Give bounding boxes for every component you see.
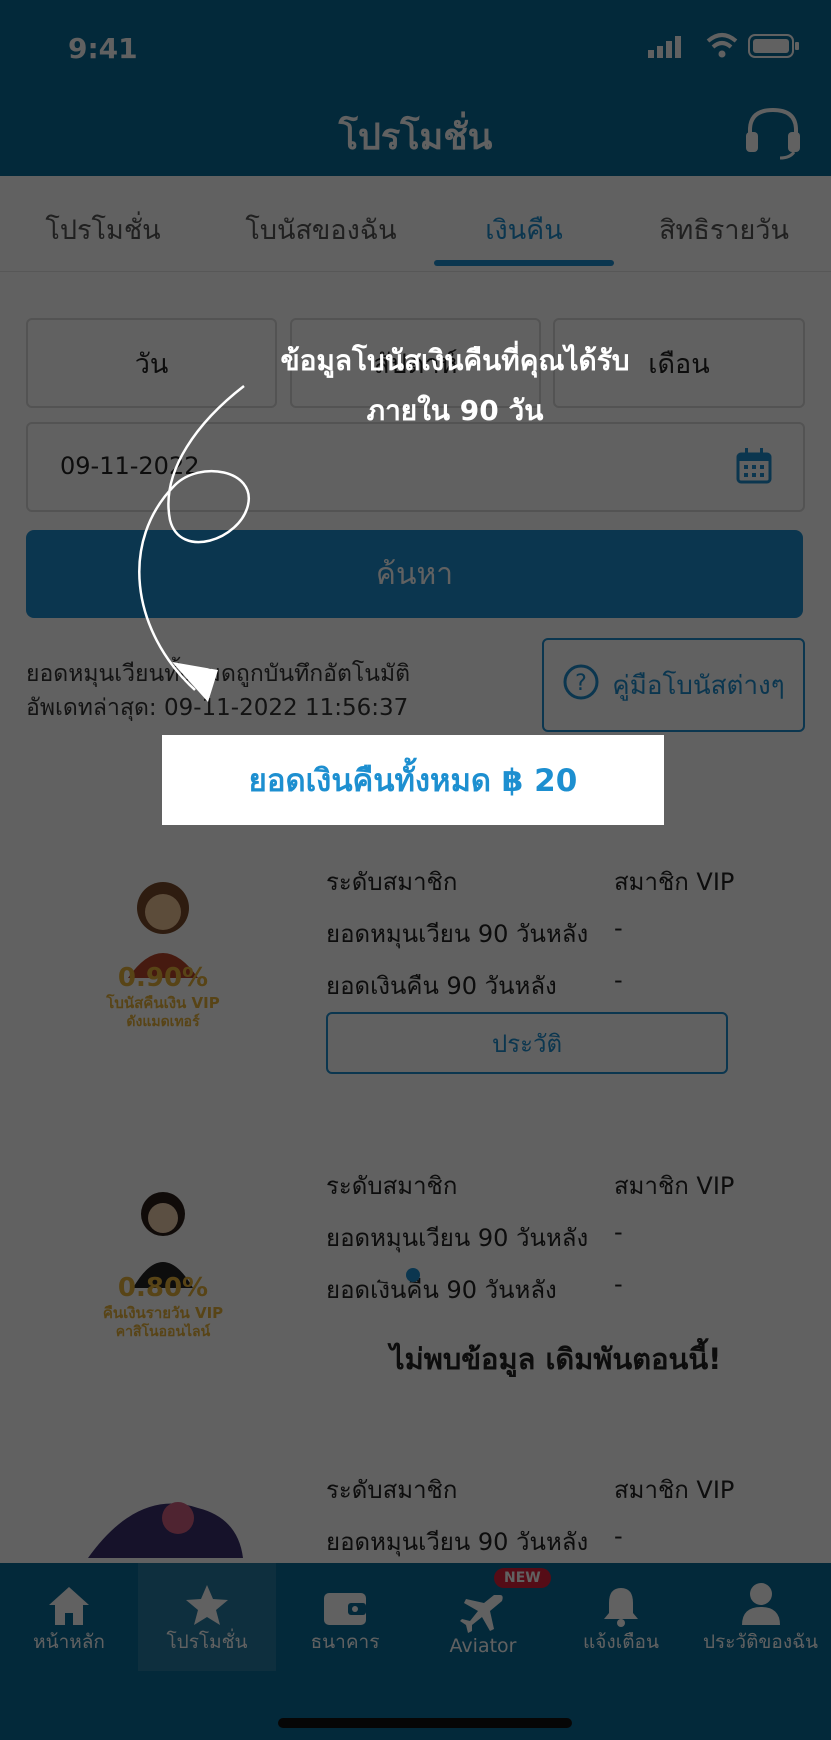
arrow-head-icon: [172, 662, 218, 702]
tutorial-arrow: [138, 385, 250, 702]
